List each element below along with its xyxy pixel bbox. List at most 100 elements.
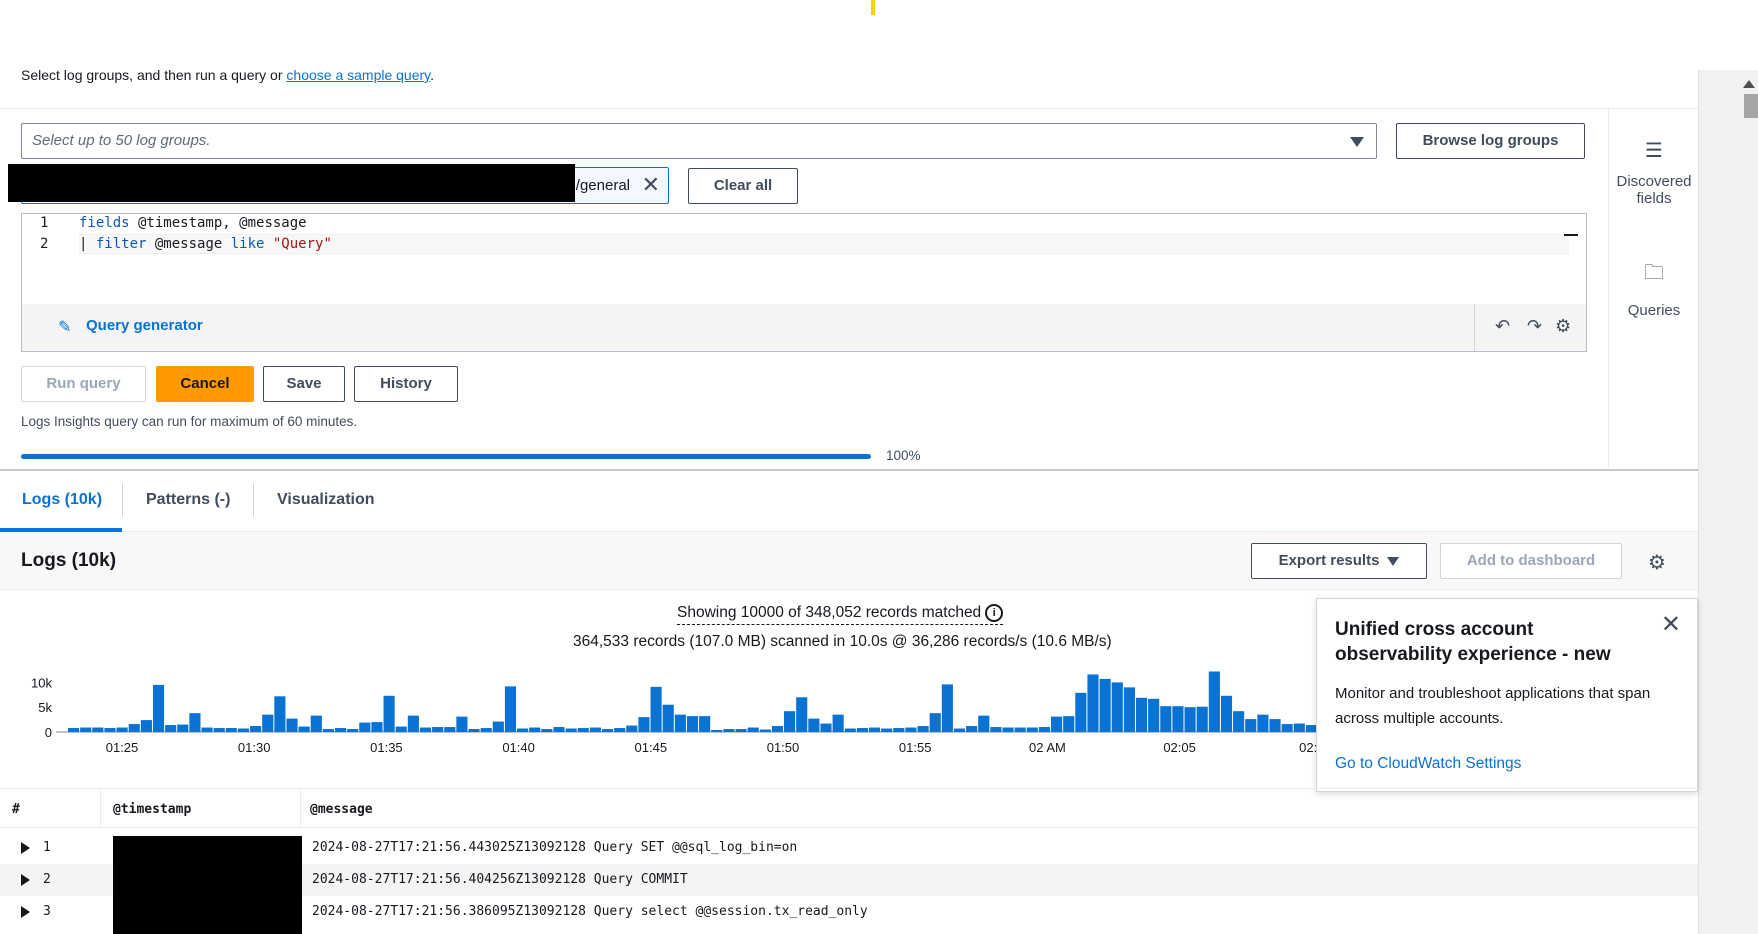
- gear-icon[interactable]: ⚙: [1555, 316, 1571, 337]
- add-to-dashboard-button[interactable]: Add to dashboard: [1440, 543, 1622, 579]
- histogram-bar[interactable]: [747, 727, 759, 732]
- histogram-bar[interactable]: [893, 728, 905, 732]
- histogram-bar[interactable]: [407, 715, 419, 732]
- query-generator-button[interactable]: Query generator: [86, 317, 203, 334]
- histogram-bar[interactable]: [225, 728, 237, 732]
- histogram-bar[interactable]: [966, 726, 978, 732]
- histogram-bar[interactable]: [371, 722, 383, 732]
- histogram-bar[interactable]: [577, 728, 589, 732]
- histogram-bar[interactable]: [674, 714, 686, 732]
- histogram-bar[interactable]: [359, 722, 371, 732]
- histogram-bar[interactable]: [334, 728, 347, 732]
- histogram-bar[interactable]: [468, 729, 480, 732]
- histogram-bar[interactable]: [1099, 678, 1111, 732]
- histogram-bar[interactable]: [820, 723, 832, 732]
- query-editor[interactable]: 1 2 fields @timestamp, @message | filter…: [21, 213, 1587, 305]
- cancel-button[interactable]: Cancel: [156, 366, 254, 402]
- export-results-button[interactable]: Export results: [1251, 543, 1427, 579]
- histogram-bar[interactable]: [274, 696, 286, 732]
- histogram-bar[interactable]: [686, 716, 699, 732]
- code-line-2[interactable]: | filter @message like "Query": [79, 236, 332, 252]
- histogram-bar[interactable]: [480, 728, 492, 732]
- histogram-bar[interactable]: [723, 729, 735, 732]
- histogram-bar[interactable]: [771, 726, 784, 732]
- histogram-bar[interactable]: [1233, 711, 1245, 732]
- histogram-bar[interactable]: [492, 721, 504, 732]
- histogram-bar[interactable]: [529, 727, 541, 732]
- histogram-bar[interactable]: [699, 716, 711, 732]
- histogram-bar[interactable]: [1172, 706, 1184, 732]
- run-query-button[interactable]: Run query: [21, 366, 146, 402]
- histogram-bar[interactable]: [1075, 692, 1087, 732]
- remove-token-icon[interactable]: ✕: [642, 174, 660, 196]
- histogram-bar[interactable]: [128, 724, 140, 732]
- code-line-1[interactable]: fields @timestamp, @message: [79, 215, 307, 231]
- histogram-bar[interactable]: [189, 713, 201, 732]
- histogram-bar[interactable]: [953, 728, 966, 732]
- histogram-bar[interactable]: [553, 727, 565, 732]
- magic-wand-icon[interactable]: ✎: [58, 317, 71, 337]
- histogram-bar[interactable]: [1026, 727, 1038, 732]
- expand-row-icon[interactable]: [21, 842, 30, 854]
- histogram-bar[interactable]: [1160, 706, 1172, 732]
- histogram-bar[interactable]: [262, 714, 274, 732]
- scroll-up-arrow-icon[interactable]: [1743, 80, 1755, 88]
- histogram-bar[interactable]: [796, 697, 808, 732]
- histogram-bar[interactable]: [1135, 697, 1148, 732]
- histogram-bar[interactable]: [504, 686, 517, 732]
- histogram-bar[interactable]: [1293, 723, 1305, 732]
- histogram-bar[interactable]: [1269, 719, 1281, 732]
- info-icon[interactable]: i: [985, 604, 1004, 622]
- histogram-bar[interactable]: [322, 729, 334, 732]
- scroll-thumb[interactable]: [1744, 94, 1758, 118]
- histogram-bar[interactable]: [298, 726, 310, 732]
- histogram-bar[interactable]: [92, 727, 104, 732]
- history-button[interactable]: History: [354, 366, 458, 402]
- histogram-bar[interactable]: [116, 727, 128, 732]
- histogram-bar[interactable]: [711, 730, 723, 732]
- histogram-bar[interactable]: [662, 704, 674, 732]
- histogram-bar[interactable]: [1051, 716, 1063, 732]
- discovered-fields-button[interactable]: ☰ Discovered fields: [1609, 138, 1699, 207]
- histogram-bar[interactable]: [165, 725, 177, 732]
- sample-query-link[interactable]: choose a sample query: [286, 67, 430, 83]
- column-header-timestamp[interactable]: @timestamp: [113, 802, 191, 817]
- histogram-bar[interactable]: [941, 684, 953, 732]
- histogram-bar[interactable]: [917, 726, 929, 732]
- histogram-bar[interactable]: [978, 715, 990, 732]
- clear-all-button[interactable]: Clear all: [688, 168, 798, 204]
- histogram-bar[interactable]: [1111, 682, 1123, 732]
- histogram-bar[interactable]: [881, 728, 893, 732]
- histogram-bar[interactable]: [432, 727, 444, 732]
- histogram-bar[interactable]: [601, 729, 614, 732]
- histogram-bar[interactable]: [638, 717, 650, 732]
- histogram-bar[interactable]: [1245, 719, 1257, 732]
- histogram-bar[interactable]: [844, 728, 856, 732]
- histogram-bar[interactable]: [589, 727, 601, 732]
- expand-row-icon[interactable]: [21, 906, 30, 918]
- histogram-bar[interactable]: [383, 695, 395, 732]
- histogram-bar[interactable]: [213, 728, 225, 732]
- histogram-bar[interactable]: [868, 727, 881, 732]
- histogram-bar[interactable]: [152, 684, 165, 732]
- histogram-bar[interactable]: [905, 727, 917, 732]
- tab-visualization[interactable]: Visualization: [277, 491, 375, 509]
- save-button[interactable]: Save: [263, 366, 345, 402]
- histogram-bar[interactable]: [832, 714, 844, 732]
- tab-patterns[interactable]: Patterns (-): [146, 491, 230, 509]
- histogram-bar[interactable]: [1038, 727, 1051, 732]
- close-icon[interactable]: ✕: [1661, 613, 1681, 637]
- histogram-bar[interactable]: [856, 728, 868, 732]
- histogram-bar[interactable]: [1148, 698, 1160, 732]
- queries-button[interactable]: 🗀 Queries: [1609, 258, 1699, 319]
- histogram-bar[interactable]: [1220, 695, 1233, 732]
- histogram-bar[interactable]: [735, 729, 747, 732]
- histogram-bar[interactable]: [1196, 706, 1208, 732]
- histogram-bar[interactable]: [614, 728, 626, 732]
- histogram-bar[interactable]: [250, 726, 262, 732]
- histogram-bar[interactable]: [310, 715, 322, 732]
- histogram-bar[interactable]: [1014, 727, 1026, 732]
- histogram-bar[interactable]: [1087, 674, 1099, 732]
- histogram-bar[interactable]: [1208, 671, 1220, 732]
- histogram-bar[interactable]: [990, 727, 1002, 732]
